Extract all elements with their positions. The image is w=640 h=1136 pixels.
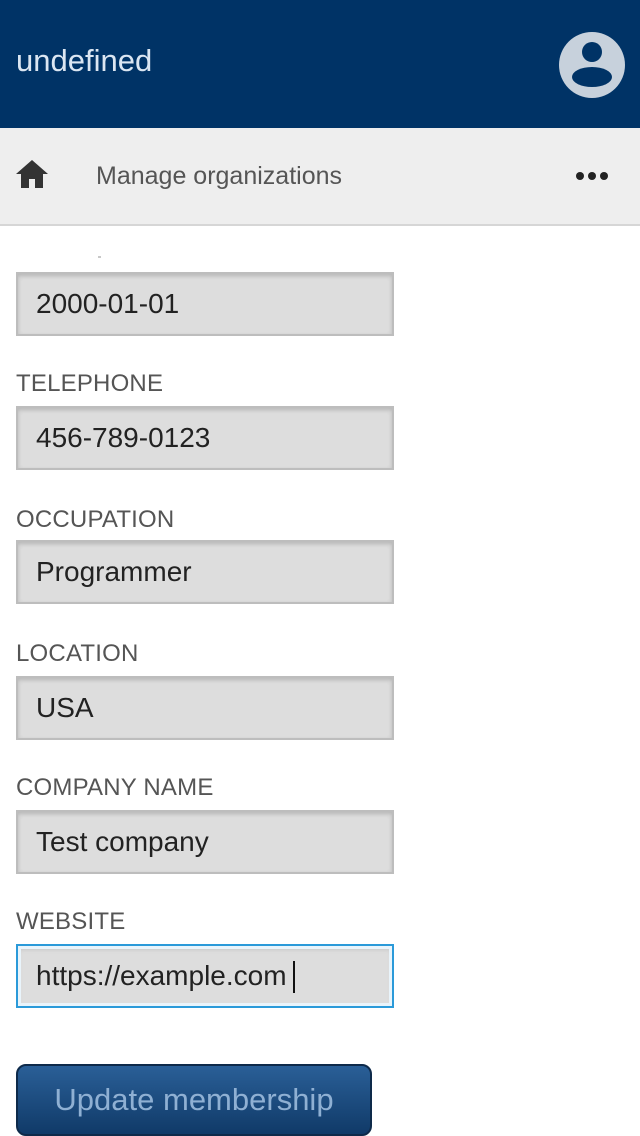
- text-cursor: [293, 961, 295, 993]
- telephone-field[interactable]: [16, 406, 394, 470]
- form-content: TELEPHONE OCCUPATION LOCATION COMPANY NA…: [0, 227, 640, 1136]
- company-name-label: COMPANY NAME: [16, 774, 214, 801]
- website-label: WEBSITE: [16, 908, 126, 935]
- subnav-bar: Manage organizations: [0, 128, 640, 226]
- app-title: undefined: [16, 43, 153, 78]
- date-field[interactable]: [16, 272, 394, 336]
- home-icon[interactable]: [10, 152, 54, 196]
- website-field[interactable]: [16, 944, 394, 1008]
- company-name-field[interactable]: [16, 810, 394, 874]
- date-field-label: [98, 256, 101, 258]
- telephone-label: TELEPHONE: [16, 370, 164, 397]
- location-field[interactable]: [16, 676, 394, 740]
- update-membership-button[interactable]: Update membership: [16, 1064, 372, 1136]
- occupation-field[interactable]: [16, 540, 394, 604]
- occupation-label: OCCUPATION: [16, 506, 175, 533]
- location-label: LOCATION: [16, 640, 139, 667]
- app-header: undefined: [0, 0, 640, 128]
- page-title: Manage organizations: [96, 162, 342, 190]
- more-horizontal-icon[interactable]: [566, 154, 618, 198]
- user-circle-icon[interactable]: [559, 32, 625, 98]
